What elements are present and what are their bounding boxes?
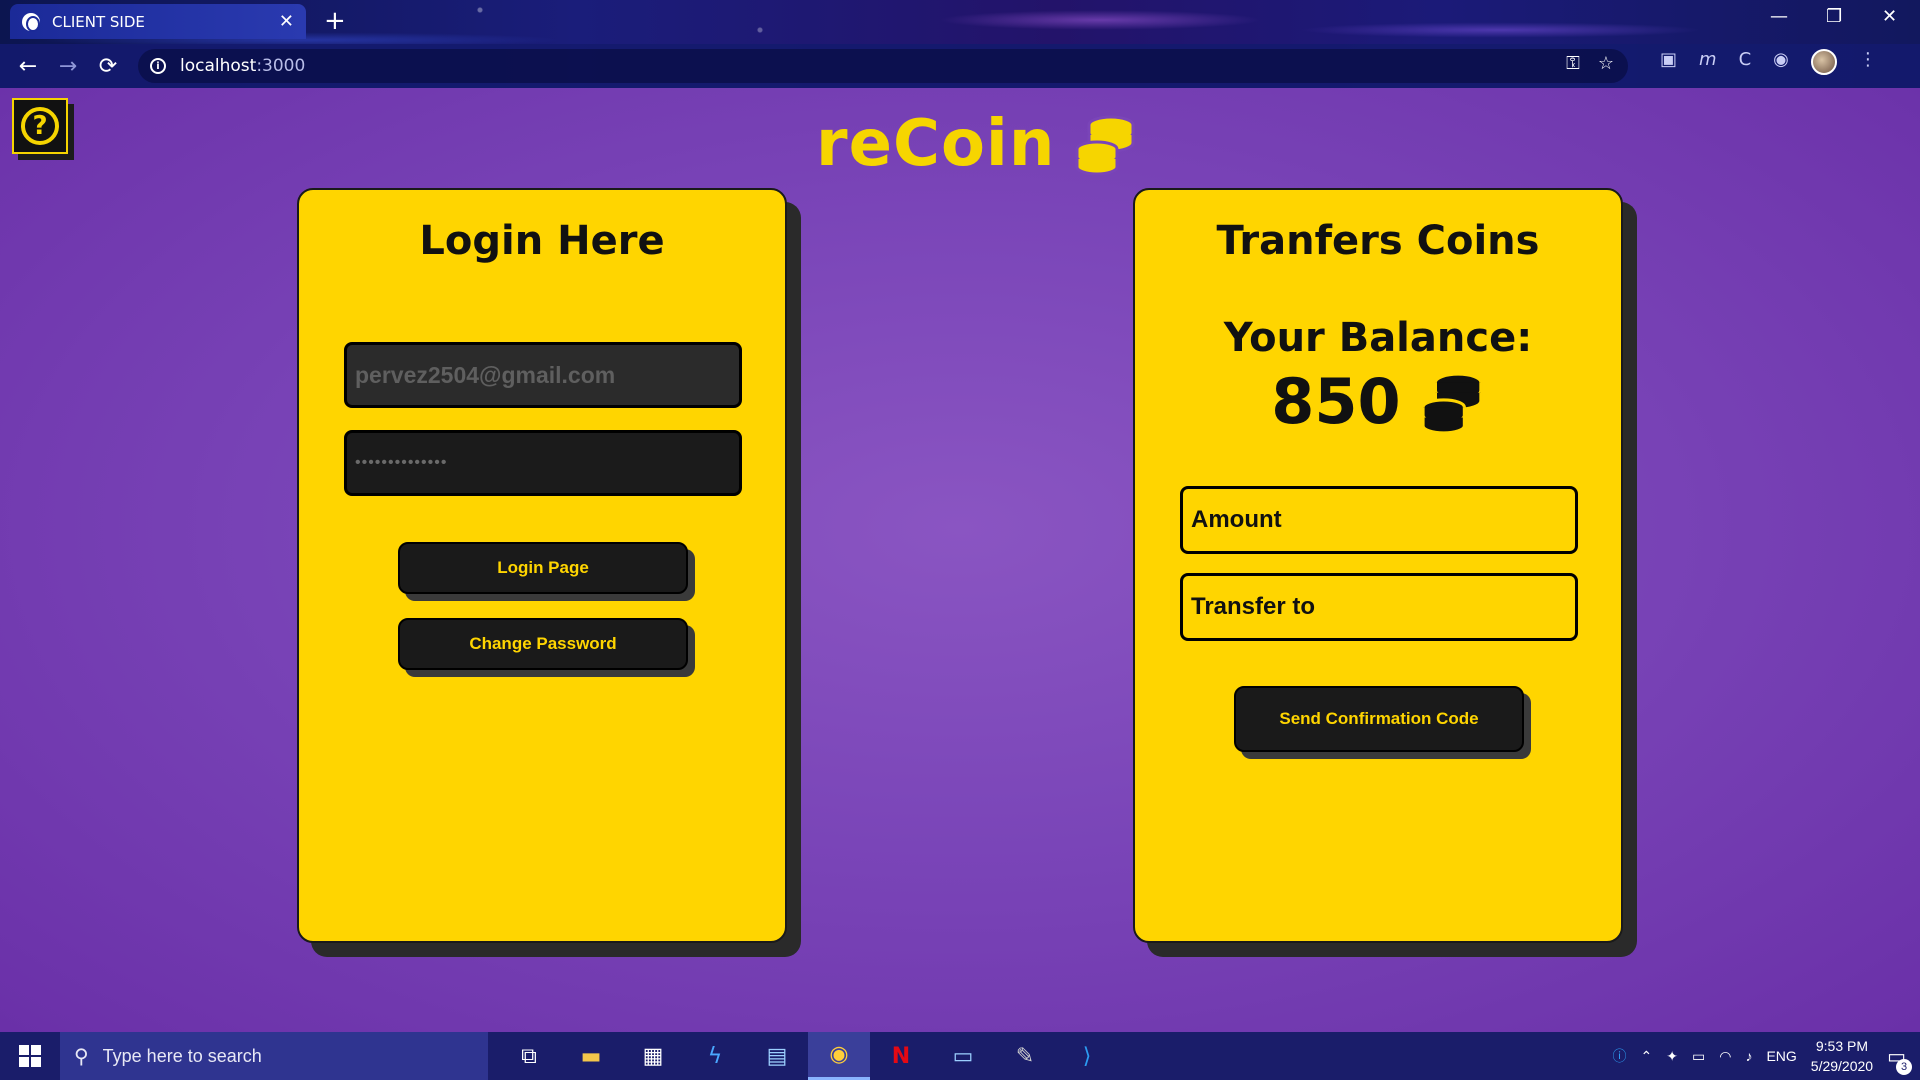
globe-icon — [22, 12, 40, 32]
email-field[interactable]: pervez2504@gmail.com — [344, 342, 742, 408]
notification-count: 3 — [1896, 1058, 1912, 1075]
search-icon: ⚲ — [74, 1045, 89, 1068]
chrome-icon[interactable]: ◉ — [808, 1032, 870, 1080]
transfer-card: Tranfers Coins Your Balance: 850 Amount … — [1133, 188, 1623, 943]
chevron-up-icon[interactable]: ⌃ — [1641, 1048, 1653, 1065]
coins-stack-icon — [1421, 372, 1483, 434]
clock[interactable]: 9:53 PM 5/29/2020 — [1811, 1036, 1873, 1076]
store-icon[interactable]: ▦ — [622, 1032, 684, 1080]
window-close-button[interactable]: ✕ — [1882, 6, 1897, 27]
back-button[interactable]: ← — [8, 54, 48, 79]
restore-button[interactable]: ❐ — [1826, 6, 1842, 27]
extensions-area: ▣ m C ◉ ⋮ — [1660, 49, 1877, 75]
balance-label: Your Balance: — [1223, 315, 1533, 361]
notification-icon[interactable]: ▭ 3 — [1887, 1044, 1912, 1075]
info-icon[interactable]: i — [150, 58, 166, 74]
star-icon[interactable]: ☆ — [1598, 53, 1614, 74]
menu-dots-icon[interactable]: ⋮ — [1859, 49, 1877, 75]
minimize-button[interactable]: — — [1770, 6, 1788, 27]
app-page: ? reCoin Login Here pervez2504@gmail.com… — [0, 88, 1920, 1032]
help-button[interactable]: ? — [12, 98, 68, 154]
window-app-icon[interactable]: ▤ — [746, 1032, 808, 1080]
address-bar-row: ← → ⟳ i localhost:3000 ⚿ ☆ — [0, 44, 1920, 88]
transfer-to-input[interactable]: Transfer to — [1180, 573, 1578, 641]
help-tray-icon[interactable]: ⓘ — [1613, 1046, 1627, 1066]
netflix-icon[interactable]: N — [870, 1032, 932, 1080]
paint-app-icon[interactable]: ✎ — [994, 1032, 1056, 1080]
amount-input[interactable]: Amount — [1180, 486, 1578, 554]
key-icon[interactable]: ⚿ — [1566, 53, 1580, 74]
system-tray: ⓘ ⌃ ✦ ▭ ◠ ♪ ENG 9:53 PM 5/29/2020 ▭ 3 — [1613, 1032, 1920, 1080]
clock-time: 9:53 PM — [1815, 1038, 1869, 1054]
new-tab-button[interactable]: + — [324, 7, 346, 35]
url-input[interactable]: i localhost:3000 ⚿ ☆ — [138, 49, 1628, 83]
tab-close-icon[interactable]: ✕ — [279, 11, 294, 32]
extension-circle-icon[interactable]: ◉ — [1773, 49, 1789, 75]
change-password-button[interactable]: Change Password — [398, 618, 688, 670]
task-view-icon[interactable]: ⧉ — [498, 1032, 560, 1080]
tab-title: CLIENT SIDE — [52, 12, 145, 31]
extension-m-icon[interactable]: m — [1699, 49, 1717, 75]
send-confirmation-code-button[interactable]: Send Confirmation Code — [1234, 686, 1524, 752]
coins-stack-icon — [1075, 115, 1135, 175]
volume-icon[interactable]: ♪ — [1745, 1048, 1752, 1064]
start-button[interactable] — [0, 1032, 60, 1080]
dropbox-icon[interactable]: ✦ — [1666, 1048, 1678, 1065]
login-page-button[interactable]: Login Page — [398, 542, 688, 594]
clock-date: 5/29/2020 — [1810, 1058, 1874, 1074]
login-card: Login Here pervez2504@gmail.com ••••••••… — [297, 188, 787, 943]
search-placeholder: Type here to search — [102, 1045, 262, 1066]
password-field[interactable]: •••••••••••••• — [344, 430, 742, 496]
extension-c-icon[interactable]: C — [1739, 49, 1752, 75]
language-indicator[interactable]: ENG — [1766, 1048, 1796, 1064]
balance-value: 850 — [1271, 365, 1401, 438]
battery-icon[interactable]: ▭ — [1692, 1048, 1705, 1065]
url-port: :3000 — [256, 56, 306, 76]
taskbar-apps: ⧉ ▬ ▦ ϟ ▤ ◉ N ▭ ✎ ⟩ — [498, 1032, 1118, 1080]
profile-avatar[interactable] — [1810, 49, 1837, 75]
vscode-icon[interactable]: ⟩ — [1056, 1032, 1118, 1080]
windows-taskbar: ⚲ Type here to search ⧉ ▬ ▦ ϟ ▤ ◉ N ▭ ✎ … — [0, 1032, 1920, 1080]
lightning-app-icon[interactable]: ϟ — [684, 1032, 746, 1080]
windows-logo-icon — [19, 1045, 41, 1067]
login-title: Login Here — [419, 218, 665, 264]
wifi-icon[interactable]: ◠ — [1719, 1048, 1731, 1065]
browser-tab[interactable]: CLIENT SIDE ✕ — [10, 4, 306, 39]
file-explorer-icon[interactable]: ▬ — [560, 1032, 622, 1080]
question-icon: ? — [21, 107, 59, 145]
logo-text: reCoin — [816, 107, 1056, 181]
app-logo: reCoin — [816, 104, 1137, 184]
url-host: localhost — [180, 56, 257, 76]
browser-chrome: CLIENT SIDE ✕ + — ❐ ✕ ← → ⟳ i localhost:… — [0, 0, 1920, 88]
extension-square-icon[interactable]: ▣ — [1660, 49, 1677, 75]
reload-button[interactable]: ⟳ — [88, 54, 128, 79]
taskbar-search[interactable]: ⚲ Type here to search — [60, 1032, 488, 1080]
computer-app-icon[interactable]: ▭ — [932, 1032, 994, 1080]
forward-button[interactable]: → — [48, 54, 88, 79]
balance-display: 850 — [1135, 365, 1621, 438]
transfer-title: Tranfers Coins — [1216, 218, 1540, 264]
